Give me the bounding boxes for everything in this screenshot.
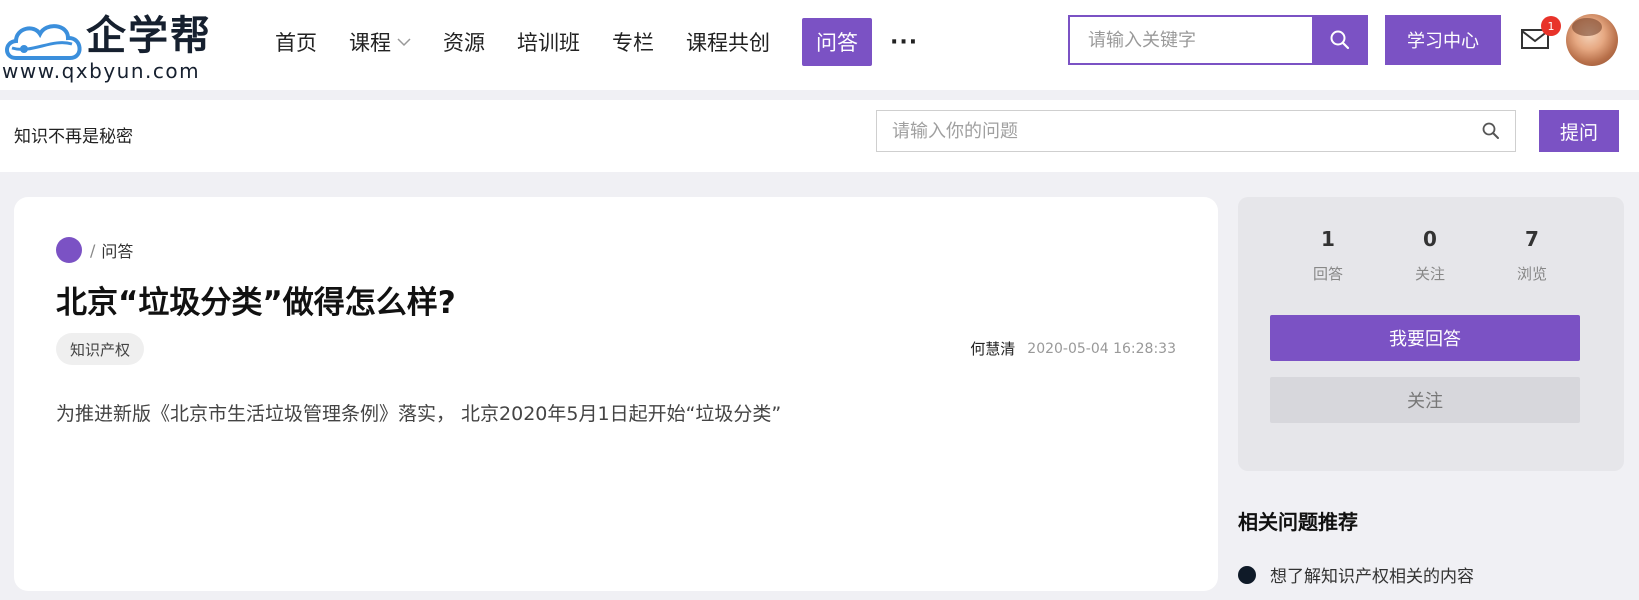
logo-title: 企学帮 [86, 13, 212, 59]
search-icon [1330, 30, 1350, 50]
top-navbar: 企学帮 www.qxbyun.com 首页 课程 资源 培训班 专栏 课程共创 … [0, 0, 1639, 90]
nav-item-home[interactable]: 首页 [275, 18, 317, 66]
stat-label: 关注 [1414, 265, 1445, 283]
top-search-input[interactable] [1070, 17, 1312, 63]
nav-item-training[interactable]: 培训班 [517, 18, 580, 66]
main-nav: 首页 课程 资源 培训班 专栏 课程共创 问答 ··· [275, 18, 918, 66]
nav-item-label: 资源 [443, 31, 485, 55]
nav-item-label: 课程共创 [686, 31, 770, 55]
stat-label: 浏览 [1516, 265, 1547, 283]
question-title: 北京“垃圾分类”做得怎么样? [56, 285, 456, 321]
question-search-input[interactable] [877, 111, 1467, 151]
study-center-button[interactable]: 学习中心 [1385, 15, 1501, 65]
stat-value: 1 [1321, 227, 1335, 251]
question-time: 2020-05-04 16:28:33 [1027, 340, 1176, 357]
logo-url: www.qxbyun.com [2, 59, 201, 83]
top-search-box [1068, 15, 1368, 65]
category-dot-icon[interactable] [56, 237, 82, 263]
answer-button[interactable]: 我要回答 [1270, 315, 1580, 361]
stat-value: 7 [1525, 227, 1539, 251]
nav-item-label: 首页 [275, 31, 317, 55]
breadcrumb: / 问答 [56, 237, 133, 263]
cloud-logo-icon [5, 24, 82, 60]
question-tag[interactable]: 知识产权 [56, 333, 145, 365]
chevron-down-icon [397, 38, 411, 47]
question-meta: 何慧清 2020-05-04 16:28:33 [970, 338, 1176, 359]
nav-item-courses[interactable]: 课程 [349, 18, 411, 66]
qa-slogan: 知识不再是秘密 [14, 127, 133, 147]
search-icon[interactable] [1481, 121, 1501, 141]
nav-item-label: 专栏 [612, 31, 654, 55]
stat-answers: 1 回答 [1288, 227, 1368, 284]
top-search-button[interactable] [1312, 15, 1368, 65]
stat-label: 回答 [1312, 265, 1343, 283]
ask-question-button[interactable]: 提问 [1539, 110, 1619, 152]
notification-badge: 1 [1541, 16, 1561, 36]
nav-more-button[interactable]: ··· [890, 18, 918, 66]
question-search-box [876, 110, 1516, 152]
stat-views: 7 浏览 [1492, 227, 1572, 284]
bullet-dot-icon [1238, 565, 1256, 584]
related-question-item[interactable]: 想了解知识产权相关的内容 [1238, 562, 1474, 587]
user-avatar[interactable] [1566, 14, 1618, 66]
related-question-text: 想了解知识产权相关的内容 [1270, 567, 1474, 587]
related-questions-title: 相关问题推荐 [1238, 510, 1358, 534]
nav-item-columns[interactable]: 专栏 [612, 18, 654, 66]
site-logo[interactable]: 企学帮 www.qxbyun.com [0, 10, 240, 82]
nav-item-label: 问答 [816, 31, 858, 55]
question-stats-panel: 1 回答 0 关注 7 浏览 我要回答 关注 [1238, 197, 1624, 471]
stat-value: 0 [1423, 227, 1437, 251]
nav-item-label: 课程 [349, 31, 391, 55]
breadcrumb-separator: / [90, 240, 96, 260]
nav-item-qa[interactable]: 问答 [802, 18, 872, 66]
breadcrumb-current[interactable]: 问答 [101, 238, 133, 262]
nav-item-label: 培训班 [517, 31, 580, 55]
follow-button[interactable]: 关注 [1270, 377, 1580, 423]
stat-follows: 0 关注 [1390, 227, 1470, 284]
question-card: / 问答 北京“垃圾分类”做得怎么样? 知识产权 何慧清 2020-05-04 … [14, 197, 1218, 591]
question-body: 为推进新版《北京市生活垃圾管理条例》落实， 北京2020年5月1日起开始“垃圾分… [56, 403, 782, 425]
nav-item-resources[interactable]: 资源 [443, 18, 485, 66]
nav-item-co-create[interactable]: 课程共创 [686, 18, 770, 66]
qa-subbar: 知识不再是秘密 提问 [0, 100, 1639, 172]
question-author[interactable]: 何慧清 [970, 338, 1015, 359]
